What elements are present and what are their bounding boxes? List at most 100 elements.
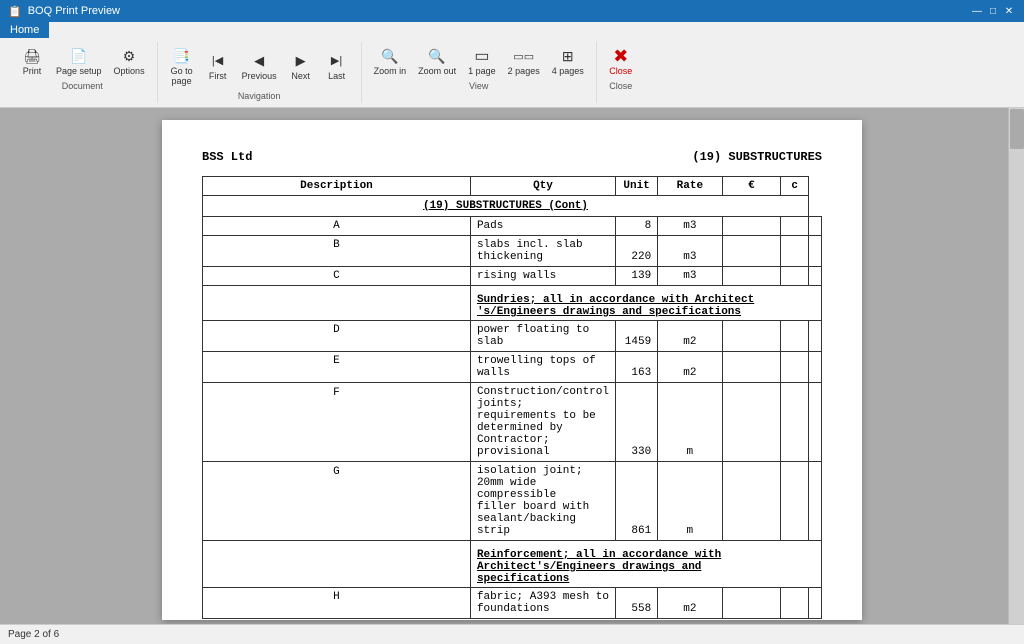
home-tab[interactable]: Home <box>0 22 49 38</box>
row-desc-g: isolation joint; 20mm wide compressible … <box>470 461 615 540</box>
row-qty-g: 861 <box>615 461 657 540</box>
options-button[interactable]: ⚙ Options <box>110 44 149 79</box>
app-icon: 📋 <box>8 5 22 18</box>
maximize-button[interactable]: □ <box>986 4 1000 18</box>
row-euro-h <box>781 587 809 618</box>
last-label: Last <box>328 72 345 82</box>
row-rate-d <box>722 320 781 351</box>
row-unit-c: m3 <box>658 266 722 285</box>
two-pages-icon: ▭▭ <box>514 46 534 66</box>
sundries-letter <box>203 285 471 320</box>
row-euro-d <box>781 320 809 351</box>
zoom-in-button[interactable]: 🔍 Zoom in <box>370 44 411 79</box>
row-unit-f: m <box>658 382 722 461</box>
col-header-euro: € <box>722 176 781 195</box>
row-unit-h: m2 <box>658 587 722 618</box>
table-row: G isolation joint; 20mm wide compressibl… <box>203 461 822 540</box>
next-button[interactable]: ▶ Next <box>285 49 317 84</box>
row-desc-h: fabric; A393 mesh to foundations <box>470 587 615 618</box>
one-page-icon: ▭ <box>472 46 492 66</box>
zoom-in-icon: 🔍 <box>380 46 400 66</box>
first-label: First <box>209 72 227 82</box>
row-c-g <box>809 461 822 540</box>
table-row: F Construction/control joints; requireme… <box>203 382 822 461</box>
close-label: Close <box>609 67 632 77</box>
row-qty-f: 330 <box>615 382 657 461</box>
minimize-button[interactable]: — <box>970 4 984 18</box>
row-letter-h: H <box>203 587 471 618</box>
row-qty-c: 139 <box>615 266 657 285</box>
ribbon-group-document-buttons: 🖨 Print 📄 Page setup ⚙ Options <box>16 44 149 79</box>
first-button[interactable]: |◀ First <box>202 49 234 84</box>
table-row: D power floating to slab 1459 m2 <box>203 320 822 351</box>
sundries-header-cell: Sundries; all in accordance with Archite… <box>470 285 821 320</box>
four-pages-button[interactable]: ⊞ 4 pages <box>548 44 588 79</box>
ribbon-group-close-buttons: ✖ Close <box>605 44 637 79</box>
row-qty-e: 163 <box>615 351 657 382</box>
close-window-button[interactable]: ✕ <box>1002 4 1016 18</box>
col-header-description: Description <box>203 176 471 195</box>
reinforcement-letter <box>203 540 471 587</box>
row-desc-c: rising walls <box>470 266 615 285</box>
ribbon-group-view-buttons: 🔍 Zoom in 🔍 Zoom out ▭ 1 page ▭▭ 2 pages… <box>370 44 588 79</box>
row-letter-e: E <box>203 351 471 382</box>
section-cont-cell: (19) SUBSTRUCTURES (Cont) <box>203 195 809 216</box>
go-to-page-label: Go topage <box>171 67 193 87</box>
ribbon: Home 🖨 Print 📄 Page setup ⚙ Options Docu… <box>0 22 1024 108</box>
status-bar: Page 2 of 6 <box>0 624 1024 644</box>
col-header-rate: Rate <box>658 176 722 195</box>
reinforcement-header-row: Reinforcement; all in accordance with Ar… <box>203 540 822 587</box>
previous-button[interactable]: ◀ Previous <box>238 49 281 84</box>
print-button[interactable]: 🖨 Print <box>16 44 48 79</box>
first-icon: |◀ <box>208 51 228 71</box>
four-pages-icon: ⊞ <box>558 46 578 66</box>
table-row: H fabric; A393 mesh to foundations 558 m… <box>203 587 822 618</box>
row-c-b <box>809 235 822 266</box>
one-page-label: 1 page <box>468 67 496 77</box>
row-c-a <box>809 216 822 235</box>
four-pages-label: 4 pages <box>552 67 584 77</box>
page-container[interactable]: BSS Ltd (19) SUBSTRUCTURES Description Q… <box>0 108 1024 624</box>
row-letter-d: D <box>203 320 471 351</box>
row-unit-g: m <box>658 461 722 540</box>
zoom-in-label: Zoom in <box>374 67 407 77</box>
row-qty-h: 558 <box>615 587 657 618</box>
zoom-out-button[interactable]: 🔍 Zoom out <box>414 44 460 79</box>
row-c-d <box>809 320 822 351</box>
last-button[interactable]: ▶| Last <box>321 49 353 84</box>
two-pages-button[interactable]: ▭▭ 2 pages <box>504 44 544 79</box>
page-setup-button[interactable]: 📄 Page setup <box>52 44 106 79</box>
col-header-qty: Qty <box>470 176 615 195</box>
ribbon-group-view: 🔍 Zoom in 🔍 Zoom out ▭ 1 page ▭▭ 2 pages… <box>362 42 597 103</box>
scrollbar-thumb[interactable] <box>1010 109 1024 149</box>
go-to-page-icon: 📑 <box>172 46 192 66</box>
col-header-unit: Unit <box>615 176 657 195</box>
two-pages-label: 2 pages <box>508 67 540 77</box>
print-icon: 🖨 <box>22 46 42 66</box>
row-rate-g <box>722 461 781 540</box>
one-page-button[interactable]: ▭ 1 page <box>464 44 500 79</box>
boq-table: Description Qty Unit Rate € c (19) SUBST… <box>202 176 822 619</box>
zoom-out-icon: 🔍 <box>427 46 447 66</box>
row-euro-g <box>781 461 809 540</box>
row-qty-d: 1459 <box>615 320 657 351</box>
last-icon: ▶| <box>327 51 347 71</box>
row-letter-a: A <box>203 216 471 235</box>
document-group-label: Document <box>62 81 103 91</box>
section-cont-row: (19) SUBSTRUCTURES (Cont) <box>203 195 822 216</box>
previous-label: Previous <box>242 72 277 82</box>
page-setup-icon: 📄 <box>69 46 89 66</box>
row-c-h <box>809 587 822 618</box>
close-button[interactable]: ✖ Close <box>605 44 637 79</box>
go-to-page-button[interactable]: 📑 Go topage <box>166 44 198 89</box>
options-label: Options <box>114 67 145 77</box>
scrollbar-right[interactable] <box>1008 108 1024 624</box>
document-page: BSS Ltd (19) SUBSTRUCTURES Description Q… <box>162 120 862 620</box>
zoom-out-label: Zoom out <box>418 67 456 77</box>
title-bar-text: BOQ Print Preview <box>28 5 120 17</box>
row-letter-g: G <box>203 461 471 540</box>
next-label: Next <box>291 72 310 82</box>
ribbon-group-close: ✖ Close Close <box>597 42 645 103</box>
row-desc-b: slabs incl. slab thickening <box>470 235 615 266</box>
row-letter-c: C <box>203 266 471 285</box>
